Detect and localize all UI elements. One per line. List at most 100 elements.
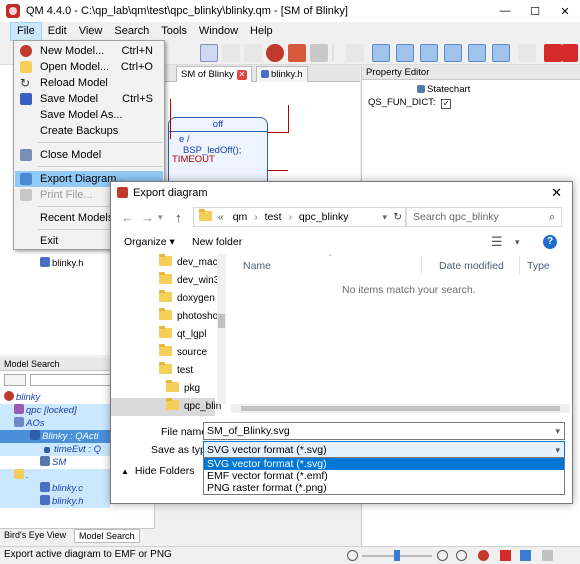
toolbar-layout5-icon[interactable]: [468, 44, 486, 62]
menu-search[interactable]: Search: [108, 22, 155, 41]
column-name[interactable]: Name: [243, 260, 271, 272]
toolbar-undo-icon[interactable]: [222, 44, 240, 62]
tree-item-sm[interactable]: SM: [40, 456, 66, 469]
nav-folder-qpc-blinky[interactable]: qpc_blin: [111, 398, 221, 416]
tree-item-timeevt[interactable]: timeEvt : Q: [0, 443, 110, 456]
toolbar-layout6-icon[interactable]: [492, 44, 510, 62]
breadcrumb-chevron[interactable]: «: [218, 211, 224, 223]
hide-folders-button[interactable]: ▲ Hide Folders: [121, 465, 194, 477]
search-input[interactable]: Search qpc_blinky ⌕: [406, 207, 562, 227]
minimize-button[interactable]: —: [490, 5, 520, 17]
menu-item-save-model[interactable]: Save Model Ctrl+S: [15, 91, 163, 107]
nav-folder-source[interactable]: source: [159, 344, 207, 362]
tree-item-blinky-c[interactable]: blinky.c: [0, 482, 110, 495]
zoom-reset-icon[interactable]: [456, 550, 467, 561]
toolbar-layout3-icon[interactable]: [420, 44, 438, 62]
nav-scrollbar[interactable]: [217, 254, 226, 404]
file-name-dropdown-icon[interactable]: ▾: [555, 423, 560, 439]
file-name-input[interactable]: SM_of_Blinky.svg ▾: [203, 422, 565, 440]
toolbar-pointer-icon[interactable]: [346, 44, 364, 62]
nav-scrollbar-thumb[interactable]: [218, 314, 225, 328]
menu-item-open-model[interactable]: Open Model... Ctrl+O: [15, 59, 163, 75]
toolbar-layout1-icon[interactable]: [372, 44, 390, 62]
new-folder-button[interactable]: New folder: [192, 236, 242, 248]
address-bar[interactable]: « qm › test › qpc_blinky ▾ ↻: [193, 207, 406, 227]
tree-item-blinky[interactable]: blinky: [4, 391, 40, 404]
tab-model-search[interactable]: Model Search: [74, 529, 140, 543]
recent-locations-icon[interactable]: ▾: [158, 212, 163, 223]
back-arrow-icon[interactable]: ←: [121, 210, 134, 225]
option-png[interactable]: PNG raster format (*.png): [204, 482, 564, 494]
tree-item-blinky-class[interactable]: Blinky : QActi: [0, 430, 110, 443]
help-icon[interactable]: ?: [543, 235, 557, 249]
up-arrow-icon[interactable]: ↑: [175, 210, 182, 225]
filter-dropdown[interactable]: [4, 374, 26, 386]
explorer-item-blinky-h[interactable]: blinky.h: [40, 257, 84, 270]
menu-item-new-model[interactable]: New Model... Ctrl+N: [15, 43, 163, 59]
save-as-type-dropdown-icon[interactable]: ▾: [555, 442, 560, 458]
menu-item-create-backups[interactable]: Create Backups: [15, 123, 163, 139]
zoom-slider-handle[interactable]: [394, 550, 400, 561]
qs-fun-dict-checkbox[interactable]: ✓: [441, 99, 452, 109]
close-tab-icon[interactable]: ✕: [236, 70, 247, 80]
toolbar-redo-icon[interactable]: [244, 44, 262, 62]
breadcrumb-test[interactable]: test: [265, 211, 282, 223]
toolbar-layout4-icon[interactable]: [444, 44, 462, 62]
menu-view[interactable]: View: [73, 22, 109, 41]
menu-file[interactable]: File: [10, 22, 42, 41]
organize-button[interactable]: Organize ▾: [124, 236, 175, 248]
close-window-button[interactable]: ✕: [550, 5, 580, 18]
menu-item-close-model[interactable]: Close Model: [15, 147, 163, 163]
menu-edit[interactable]: Edit: [42, 22, 73, 41]
menu-item-reload-model[interactable]: ↻ Reload Model: [15, 75, 163, 91]
list-scrollbar[interactable]: [231, 404, 570, 413]
toolbar-save-icon[interactable]: [200, 44, 218, 62]
search-placeholder: Search qpc_blinky: [413, 211, 499, 223]
address-dropdown-icon[interactable]: ▾: [382, 208, 387, 226]
tree-item-blinky-h[interactable]: blinky.h: [0, 495, 110, 508]
menu-tools[interactable]: Tools: [155, 22, 193, 41]
tree-item-aos[interactable]: AOs: [0, 417, 110, 430]
toolbar-close-red2-icon[interactable]: [562, 44, 578, 62]
zoom-out-icon[interactable]: [347, 550, 358, 561]
breadcrumb-qpc-blinky[interactable]: qpc_blinky: [299, 211, 349, 223]
toolbar-generate-icon[interactable]: [266, 44, 284, 62]
tree-item-dir[interactable]: .: [0, 469, 110, 482]
nav-folder-pkg[interactable]: pkg: [166, 380, 200, 398]
tab-birds-eye-view[interactable]: Bird's Eye View: [4, 530, 66, 540]
maximize-button[interactable]: ☐: [520, 5, 550, 18]
breadcrumb-qm[interactable]: qm: [233, 211, 248, 223]
tree-item-qpc[interactable]: qpc [locked]: [0, 404, 110, 417]
nav-folder-photoshop[interactable]: photoshop: [159, 308, 224, 326]
toolbar-select-icon[interactable]: [518, 44, 536, 62]
nav-folder-dev-maco[interactable]: dev_maco: [159, 254, 223, 272]
option-emf[interactable]: EMF vector format (*.emf): [204, 470, 564, 482]
list-scrollbar-thumb[interactable]: [241, 406, 560, 411]
toolbar-close-red-icon[interactable]: [544, 44, 562, 62]
transition-label[interactable]: TIMEOUT: [172, 154, 215, 165]
nav-folder-qt-lgpl[interactable]: qt_lgpl: [159, 326, 206, 344]
zoom-in-icon[interactable]: [437, 550, 448, 561]
tree-item-label: blinky: [16, 392, 41, 403]
forward-arrow-icon[interactable]: →: [141, 210, 154, 225]
view-dropdown-icon[interactable]: ▾: [515, 237, 520, 248]
tab-sm-of-blinky[interactable]: SM of Blinky ✕: [176, 66, 252, 82]
menu-window[interactable]: Window: [193, 22, 244, 41]
nav-folder-test[interactable]: test: [159, 362, 193, 380]
nav-folder-dev-win32[interactable]: dev_win32: [159, 272, 225, 290]
toolbar-tool-icon[interactable]: [310, 44, 328, 62]
column-type[interactable]: Type: [527, 260, 550, 272]
refresh-icon[interactable]: ↻: [393, 208, 402, 226]
toolbar-build-icon[interactable]: [288, 44, 306, 62]
toolbar-layout2-icon[interactable]: [396, 44, 414, 62]
menu-help[interactable]: Help: [244, 22, 279, 41]
nav-folder-doxygen[interactable]: doxygen: [159, 290, 215, 308]
option-svg[interactable]: SVG vector format (*.svg): [204, 458, 564, 470]
dialog-close-button[interactable]: ✕: [551, 182, 562, 204]
tab-blinky-h[interactable]: blinky.h: [256, 66, 308, 82]
view-options-icon[interactable]: ☰: [491, 234, 503, 250]
menu-item-save-model-as[interactable]: Save Model As...: [15, 107, 163, 123]
menu-separator: [38, 142, 162, 143]
stop-icon[interactable]: [500, 550, 511, 561]
column-date-modified[interactable]: Date modified: [439, 260, 504, 272]
